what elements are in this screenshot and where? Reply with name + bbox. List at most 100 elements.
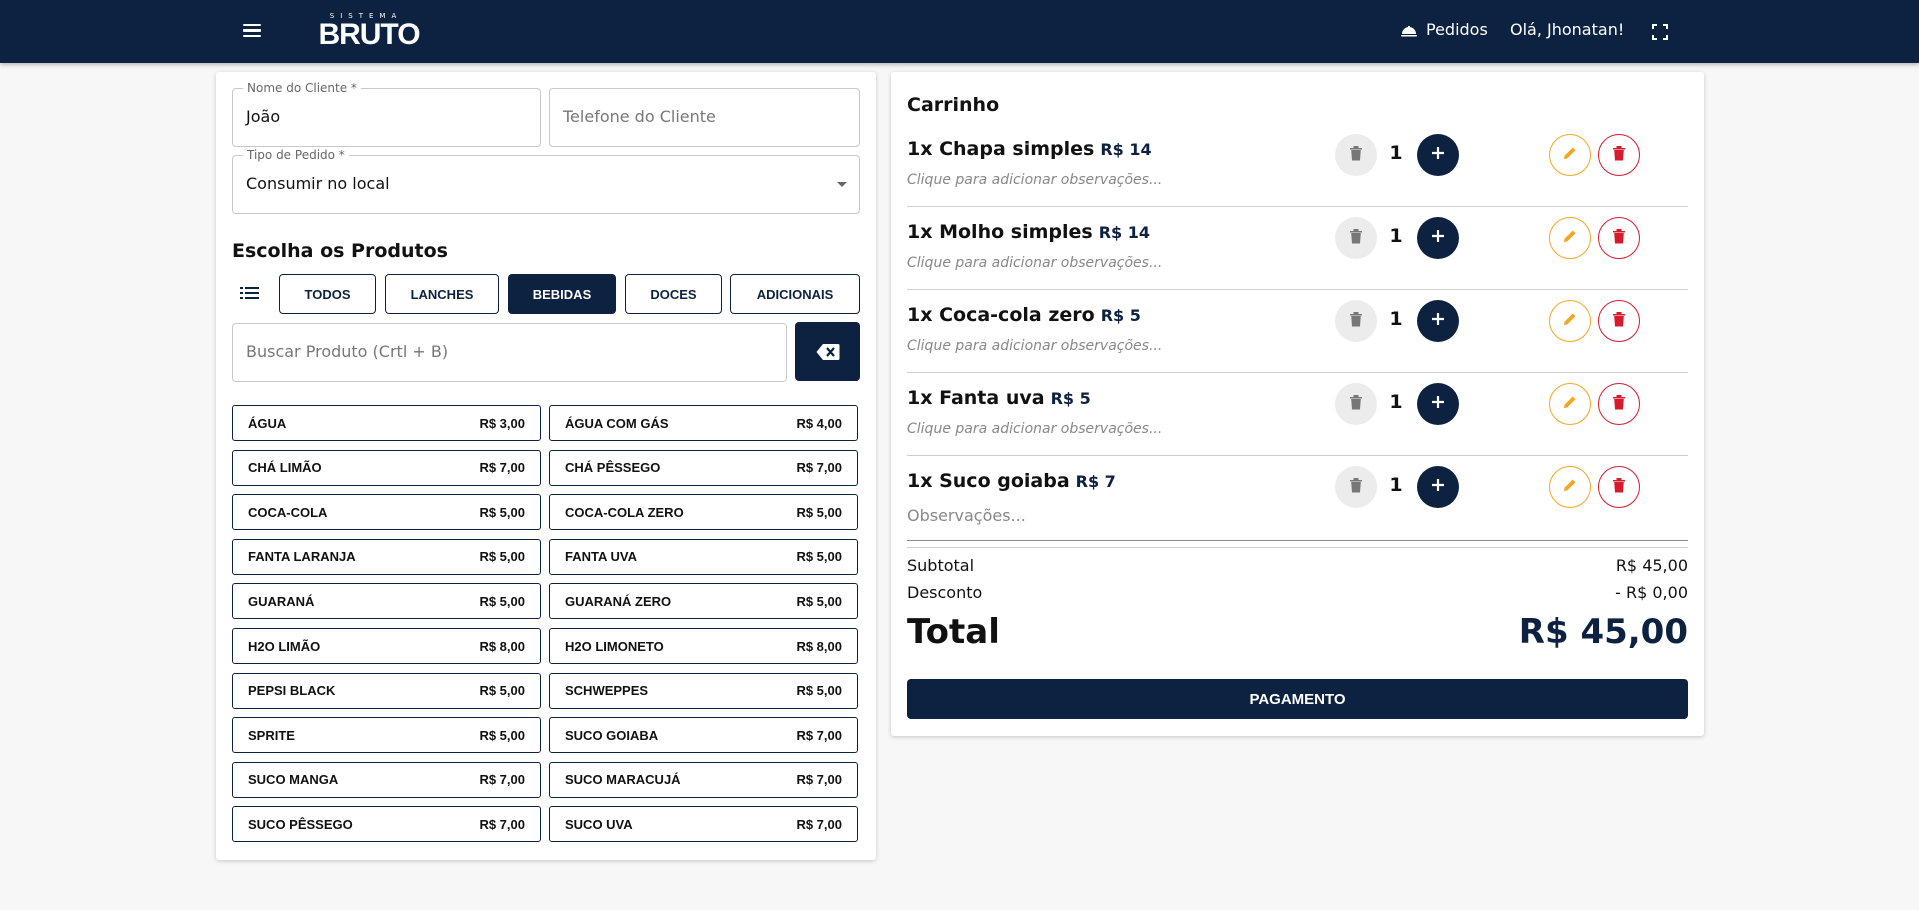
product-name: CHÁ LIMÃO [248, 460, 322, 476]
product-price: R$ 5,00 [796, 504, 842, 520]
product-item[interactable]: FANTA LARANJA R$ 5,00 [232, 538, 541, 575]
cart-panel: Carrinho 1x Chapa simples R$ 14 Clique par… [891, 72, 1704, 736]
category-adicionais-button[interactable]: ADICIONAIS [730, 274, 860, 314]
product-price: R$ 7,00 [796, 460, 842, 476]
category-todos-button[interactable]: TODOS [279, 274, 376, 314]
product-item[interactable]: SPRITE R$ 5,00 [232, 717, 541, 754]
plus-icon [1430, 394, 1446, 414]
client-name-label: Nome do Cliente * [243, 81, 361, 95]
item-notes-link[interactable]: Clique para adicionar observações... [907, 338, 1162, 354]
increase-quantity-button[interactable] [1417, 466, 1459, 508]
plus-icon [1430, 311, 1446, 331]
product-name: COCA-COLA [248, 504, 328, 520]
menu-icon[interactable] [240, 21, 264, 43]
category-bebidas-button[interactable]: BEBIDAS [508, 274, 616, 314]
cloche-icon [1401, 25, 1417, 36]
product-item[interactable]: SUCO GOIABA R$ 7,00 [549, 717, 858, 754]
increase-quantity-button[interactable] [1417, 134, 1459, 176]
trash-icon [1349, 394, 1363, 414]
plus-icon [1430, 145, 1446, 165]
product-item[interactable]: H2O LIMONETO R$ 8,00 [549, 628, 858, 664]
decrease-quantity-button[interactable] [1335, 217, 1377, 259]
product-price: R$ 5,00 [796, 593, 842, 609]
edit-item-button[interactable] [1549, 134, 1591, 176]
category-doces-button[interactable]: DOCES [625, 274, 722, 314]
product-item[interactable]: COCA-COLA ZERO R$ 5,00 [549, 494, 858, 531]
item-notes-link[interactable]: Clique para adicionar observações... [907, 255, 1162, 271]
product-item[interactable]: H2O LIMÃO R$ 8,00 [232, 628, 541, 664]
remove-item-button[interactable] [1598, 300, 1640, 342]
product-price: R$ 5,00 [479, 593, 525, 609]
product-item[interactable]: CHÁ LIMÃO R$ 7,00 [232, 449, 541, 486]
product-name: PEPSI BLACK [248, 683, 336, 699]
delete-icon [1612, 394, 1626, 414]
cart-item: 1x Coca-cola zero R$ 5 Clique para adicion… [907, 290, 1688, 373]
product-item[interactable]: PEPSI BLACK R$ 5,00 [232, 672, 541, 709]
item-title: 1x Suco goiaba R$ 7 [907, 470, 1116, 492]
order-type-select[interactable]: Tipo de Pedido * Consumir no local [232, 148, 860, 214]
discount-row: Desconto - R$ 0,00 [907, 583, 1688, 602]
item-notes-input[interactable]: Observações... [907, 506, 1026, 525]
clear-search-button[interactable] [795, 322, 860, 381]
edit-item-button[interactable] [1549, 383, 1591, 425]
product-item[interactable]: FANTA UVA R$ 5,00 [549, 538, 858, 575]
remove-item-button[interactable] [1598, 134, 1640, 176]
product-item[interactable]: GUARANÁ R$ 5,00 [232, 583, 541, 620]
user-greeting: Olá, Jhonatan! [1510, 20, 1625, 39]
search-placeholder: Buscar Produto (Crtl + B) [246, 342, 449, 361]
remove-item-button[interactable] [1598, 383, 1640, 425]
product-item[interactable]: SCHWEPPES R$ 5,00 [549, 672, 858, 709]
item-price: R$ 14 [1098, 223, 1150, 242]
increase-quantity-button[interactable] [1417, 300, 1459, 342]
pencil-icon [1562, 394, 1578, 414]
decrease-quantity-button[interactable] [1335, 466, 1377, 508]
orders-link[interactable]: Pedidos [1400, 20, 1488, 39]
item-name: 1x Molho simples [907, 221, 1093, 243]
fullscreen-icon[interactable] [1652, 24, 1668, 40]
delete-icon [1612, 477, 1626, 497]
product-item[interactable]: ÁGUA R$ 3,00 [232, 405, 541, 441]
item-name: 1x Coca-cola zero [907, 304, 1095, 326]
product-price: R$ 7,00 [796, 772, 842, 788]
item-notes-link[interactable]: Clique para adicionar observações... [907, 421, 1162, 437]
product-item[interactable]: COCA-COLA R$ 5,00 [232, 494, 541, 531]
product-search-input[interactable]: Buscar Produto (Crtl + B) [232, 323, 787, 382]
category-lanches-button[interactable]: LANCHES [385, 274, 499, 314]
item-quantity: 1 [1389, 142, 1403, 164]
client-phone-field[interactable]: Telefone do Cliente [549, 88, 860, 147]
payment-button[interactable]: PAGAMENTO [907, 679, 1688, 719]
edit-item-button[interactable] [1549, 300, 1591, 342]
trash-icon [1349, 145, 1363, 165]
remove-item-button[interactable] [1598, 466, 1640, 508]
product-item[interactable]: GUARANÁ ZERO R$ 5,00 [549, 583, 858, 620]
decrease-quantity-button[interactable] [1335, 134, 1377, 176]
product-item[interactable]: SUCO UVA R$ 7,00 [549, 806, 858, 843]
product-name: ÁGUA [248, 415, 287, 431]
product-item[interactable]: SUCO MARACUJÁ R$ 7,00 [549, 761, 858, 798]
product-item[interactable]: ÁGUA COM GÁS R$ 4,00 [549, 405, 858, 441]
plus-icon [1430, 228, 1446, 248]
product-name: SUCO PÊSSEGO [248, 816, 353, 832]
client-name-field[interactable]: Nome do Cliente * João [232, 81, 541, 147]
remove-item-button[interactable] [1598, 217, 1640, 259]
product-name: FANTA LARANJA [248, 549, 356, 565]
increase-quantity-button[interactable] [1417, 383, 1459, 425]
list-icon[interactable] [240, 285, 260, 301]
increase-quantity-button[interactable] [1417, 217, 1459, 259]
product-item[interactable]: SUCO PÊSSEGO R$ 7,00 [232, 806, 541, 843]
cart-item: 1x Chapa simples R$ 14 Clique para adicion… [907, 124, 1688, 207]
item-title: 1x Chapa simples R$ 14 [907, 138, 1152, 160]
pencil-icon [1562, 228, 1578, 248]
product-item[interactable]: CHÁ PÊSSEGO R$ 7,00 [549, 449, 858, 486]
edit-item-button[interactable] [1549, 217, 1591, 259]
product-item[interactable]: SUCO MANGA R$ 7,00 [232, 761, 541, 798]
decrease-quantity-button[interactable] [1335, 300, 1377, 342]
product-name: GUARANÁ [248, 593, 315, 609]
products-title: Escolha os Produtos [232, 240, 448, 262]
item-notes-link[interactable]: Clique para adicionar observações... [907, 172, 1162, 188]
edit-item-button[interactable] [1549, 466, 1591, 508]
decrease-quantity-button[interactable] [1335, 383, 1377, 425]
order-type-value: Consumir no local [246, 174, 390, 193]
item-name: 1x Fanta uva [907, 387, 1045, 409]
item-title: 1x Coca-cola zero R$ 5 [907, 304, 1141, 326]
